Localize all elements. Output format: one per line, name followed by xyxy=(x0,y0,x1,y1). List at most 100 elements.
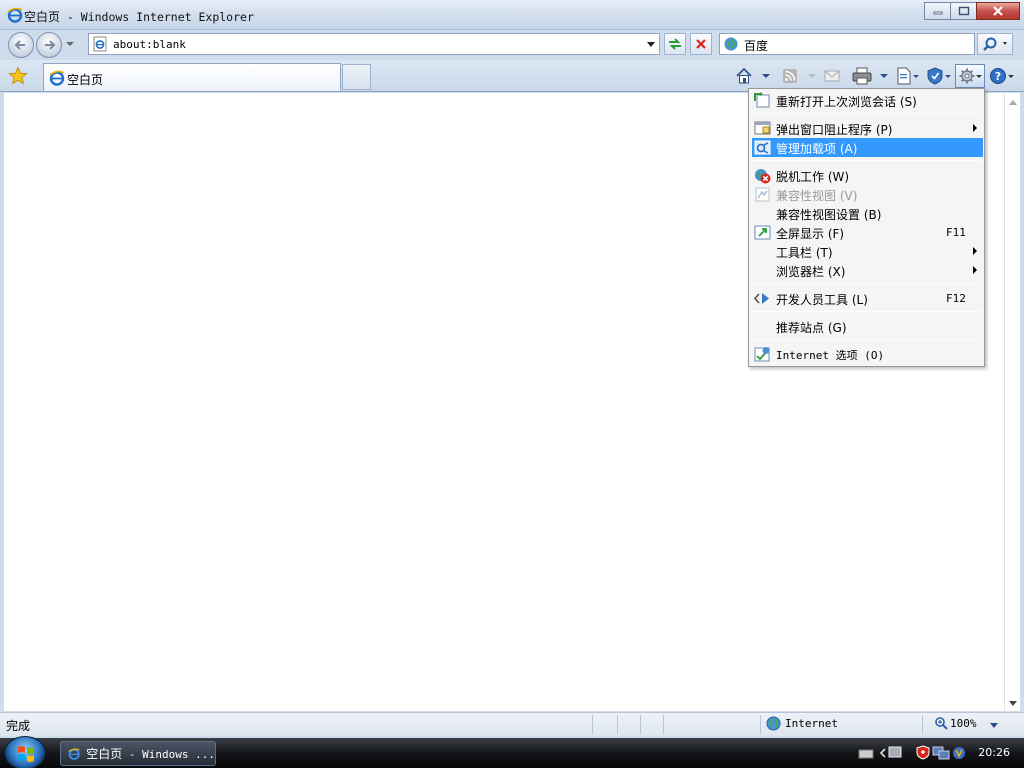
menu-item-label: 管理加载项 (A) xyxy=(776,142,858,156)
menu-item-label: 开发人员工具 (L) xyxy=(776,293,868,307)
back-button[interactable] xyxy=(8,32,34,58)
taskbar-ie-window-button[interactable]: 空白页 - Windows ... xyxy=(60,741,216,766)
address-dropdown-icon[interactable] xyxy=(647,42,655,47)
print-icon xyxy=(852,67,872,85)
menu-item-label: 全屏显示 (F) xyxy=(776,227,845,241)
menu-item-reopen-session[interactable]: 重新打开上次浏览会话 (S) xyxy=(752,91,983,110)
menu-item-explorer-bars[interactable]: 浏览器栏 (X) xyxy=(752,261,983,280)
internet-options-icon xyxy=(754,347,770,362)
ie-icon xyxy=(7,7,23,23)
tools-menu: 重新打开上次浏览会话 (S) 弹出窗口阻止程序 (P) 管理加载项 (A) 脱机… xyxy=(748,88,985,367)
clock[interactable]: 20:26 xyxy=(978,746,1010,759)
navigation-bar: about:blank 百度 xyxy=(0,30,1024,60)
zoom-dropdown-icon[interactable] xyxy=(990,723,998,728)
scroll-up-arrow-icon[interactable] xyxy=(1009,100,1017,105)
status-divider xyxy=(592,715,593,734)
menu-item-developer-tools[interactable]: 开发人员工具 (L) F12 xyxy=(752,289,983,308)
stop-icon xyxy=(696,39,706,49)
menu-item-internet-options[interactable]: Internet 选项 (O) xyxy=(752,345,983,364)
windows-start-icon xyxy=(18,746,34,762)
zoom-icon xyxy=(935,717,948,730)
menu-item-toolbars[interactable]: 工具栏 (T) xyxy=(752,242,983,261)
menu-item-full-screen[interactable]: 全屏显示 (F) F11 xyxy=(752,223,983,242)
feeds-dropdown[interactable] xyxy=(806,64,818,88)
print-button[interactable] xyxy=(850,64,874,88)
minimize-button[interactable] xyxy=(924,2,951,20)
reopen-session-icon xyxy=(754,92,770,108)
menu-separator xyxy=(753,160,981,161)
menu-separator xyxy=(753,339,981,340)
system-tray: 20:26 xyxy=(855,738,1024,768)
menu-separator xyxy=(753,113,981,114)
start-button[interactable] xyxy=(4,736,46,768)
submenu-arrow-icon xyxy=(973,266,977,274)
page-ie-icon xyxy=(93,36,107,52)
new-tab-button[interactable] xyxy=(342,64,371,90)
menu-item-manage-addons[interactable]: 管理加载项 (A) xyxy=(752,138,983,157)
search-button[interactable] xyxy=(977,33,1013,55)
status-divider xyxy=(922,715,923,734)
tray-icons xyxy=(858,745,965,760)
menu-item-label: 弹出窗口阻止程序 (P) xyxy=(776,123,893,137)
popup-blocker-icon xyxy=(754,121,771,135)
work-offline-icon xyxy=(755,169,771,184)
security-zone[interactable]: Internet xyxy=(766,716,838,731)
safety-icon xyxy=(927,67,951,85)
svg-text:?: ? xyxy=(995,70,1001,83)
search-provider-label[interactable]: 百度 xyxy=(744,37,768,54)
tools-gear-icon xyxy=(959,68,982,84)
print-dropdown[interactable] xyxy=(878,64,890,88)
internet-globe-icon xyxy=(766,716,781,731)
minimize-icon xyxy=(933,11,942,15)
tools-menu-button[interactable] xyxy=(955,64,985,88)
shortcut-label: F12 xyxy=(946,292,966,305)
search-box[interactable]: 百度 xyxy=(719,33,975,55)
forward-icon xyxy=(45,40,56,50)
menu-item-compatibility-view-settings[interactable]: 兼容性视图设置 (B) xyxy=(752,204,983,223)
status-divider xyxy=(640,715,641,734)
menu-item-label: 兼容性视图设置 (B) xyxy=(776,208,882,222)
home-dropdown[interactable] xyxy=(760,64,772,88)
menu-item-label: 重新打开上次浏览会话 (S) xyxy=(776,95,917,109)
page-icon xyxy=(897,67,919,85)
status-divider xyxy=(663,715,664,734)
help-button[interactable]: ? xyxy=(988,64,1016,88)
search-provider-globe-icon xyxy=(724,37,738,51)
tab-blank-page[interactable]: 空白页 xyxy=(43,63,341,91)
home-button[interactable] xyxy=(734,64,754,88)
menu-item-work-offline[interactable]: 脱机工作 (W) xyxy=(752,166,983,185)
refresh-button[interactable] xyxy=(664,33,686,55)
zoom-level[interactable]: 100% xyxy=(934,716,977,730)
feeds-button[interactable] xyxy=(780,64,800,88)
status-divider xyxy=(617,715,618,734)
menu-item-suggested-sites[interactable]: 推荐站点 (G) xyxy=(752,317,983,336)
stop-button[interactable] xyxy=(690,33,712,55)
recent-pages-dropdown[interactable] xyxy=(66,42,74,46)
status-text: 完成 xyxy=(6,719,31,733)
menu-item-label: 工具栏 (T) xyxy=(776,246,833,260)
taskbar: 空白页 - Windows ... 20:26 xyxy=(0,736,1024,768)
status-divider xyxy=(760,715,761,734)
window-title: 空白页 - Windows Internet Explorer xyxy=(24,10,254,24)
menu-item-popup-blocker[interactable]: 弹出窗口阻止程序 (P) xyxy=(752,119,983,138)
menu-item-label: 推荐站点 (G) xyxy=(776,321,847,335)
address-text[interactable]: about:blank xyxy=(113,38,186,51)
help-icon: ? xyxy=(990,68,1014,84)
scroll-down-arrow-icon[interactable] xyxy=(1009,701,1017,706)
vertical-scrollbar[interactable] xyxy=(1004,93,1020,711)
safety-menu-button[interactable] xyxy=(926,64,954,88)
address-bar[interactable]: about:blank xyxy=(88,33,660,55)
menu-item-label: 浏览器栏 (X) xyxy=(776,265,846,279)
forward-button[interactable] xyxy=(36,32,62,58)
favorites-star-icon[interactable] xyxy=(8,66,28,86)
maximize-button[interactable] xyxy=(950,2,977,20)
read-mail-button[interactable] xyxy=(822,64,842,88)
page-menu-button[interactable] xyxy=(894,64,922,88)
refresh-icon xyxy=(669,38,681,50)
close-icon xyxy=(993,6,1003,16)
mail-icon xyxy=(824,70,840,82)
home-icon xyxy=(736,67,752,84)
close-button[interactable] xyxy=(976,2,1020,20)
compatibility-view-icon xyxy=(755,187,770,202)
menu-item-label: 兼容性视图 (V) xyxy=(776,189,858,203)
